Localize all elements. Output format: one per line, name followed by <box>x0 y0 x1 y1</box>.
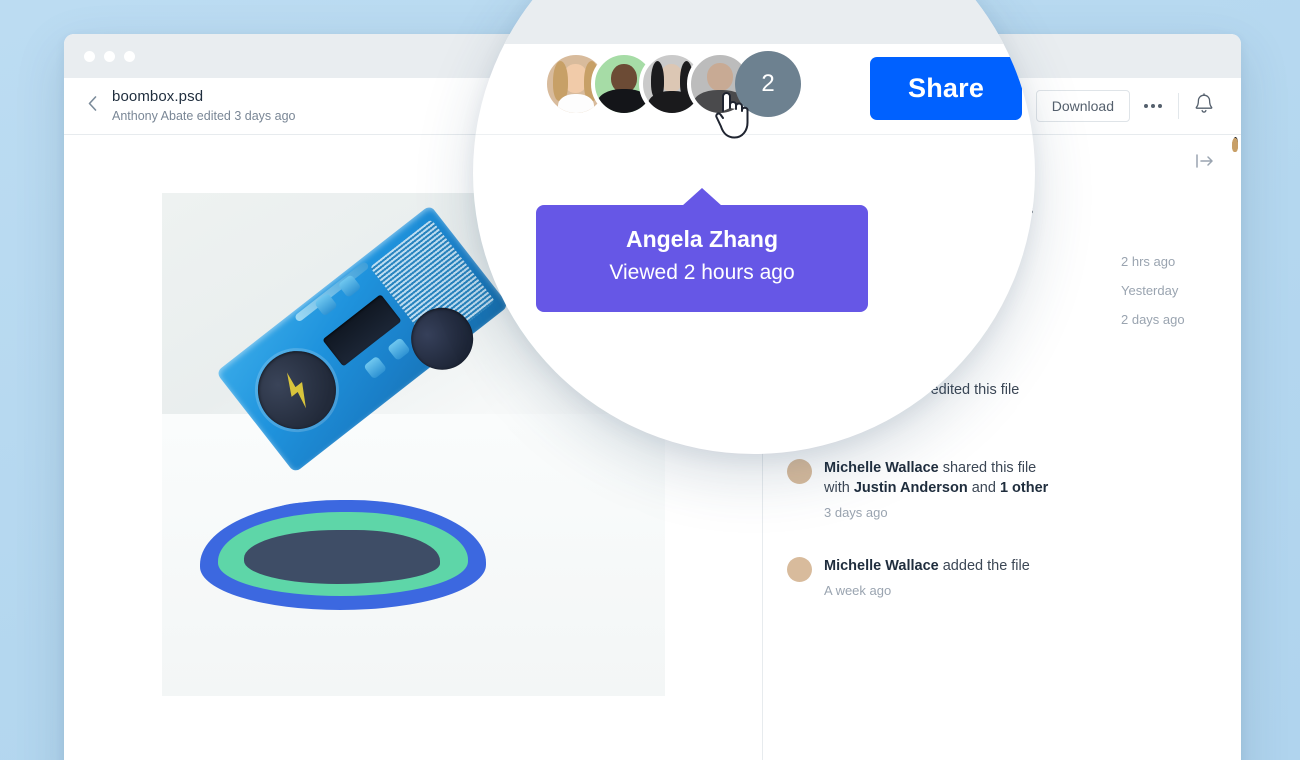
viewer-tooltip: Angela Zhang Viewed 2 hours ago <box>536 205 868 312</box>
avatar <box>766 138 1238 582</box>
page-title: boombox.psd <box>112 88 204 105</box>
ellipsis-icon <box>1144 104 1148 108</box>
puddle-graphic <box>199 500 486 610</box>
file-meta: boombox.psd Anthony Abate edited 3 days … <box>112 87 295 125</box>
list-item[interactable]: Michelle Wallace added the file A week a… <box>766 138 1238 598</box>
file-subtitle: Anthony Abate edited 3 days ago <box>112 109 296 123</box>
tooltip-name: Angela Zhang <box>625 226 779 252</box>
pointing-hand-cursor <box>713 89 749 141</box>
more-options-button[interactable] <box>1136 91 1170 121</box>
header-divider <box>1178 93 1179 119</box>
share-button-magnified[interactable]: Share <box>870 57 1023 120</box>
screenshot-stage: boombox.psd Anthony Abate edited 3 days … <box>0 0 1300 760</box>
back-button[interactable] <box>76 90 108 122</box>
notifications-button[interactable] <box>1189 91 1219 121</box>
tooltip-subtitle: Viewed 2 hours ago <box>609 261 795 284</box>
download-button[interactable]: Download <box>1035 90 1130 122</box>
magnifier-lens: 2 Share Angela Zhang Viewed 2 hours ago <box>473 0 1035 454</box>
window-minimize-button[interactable] <box>104 50 115 62</box>
magnified-avatar-stack[interactable]: 2 <box>543 51 801 117</box>
window-maximize-button[interactable] <box>124 50 135 62</box>
magnifier-content: 2 Share Angela Zhang Viewed 2 hours ago <box>473 0 1035 454</box>
magnified-header-row: 2 Share <box>473 44 1035 139</box>
magnified-header-divider <box>473 134 1035 135</box>
chevron-left-icon <box>88 96 97 116</box>
lightning-bolt-icon <box>272 365 320 415</box>
magnified-titlebar <box>473 0 1035 44</box>
bell-icon <box>1194 92 1214 120</box>
window-close-button[interactable] <box>84 50 95 62</box>
